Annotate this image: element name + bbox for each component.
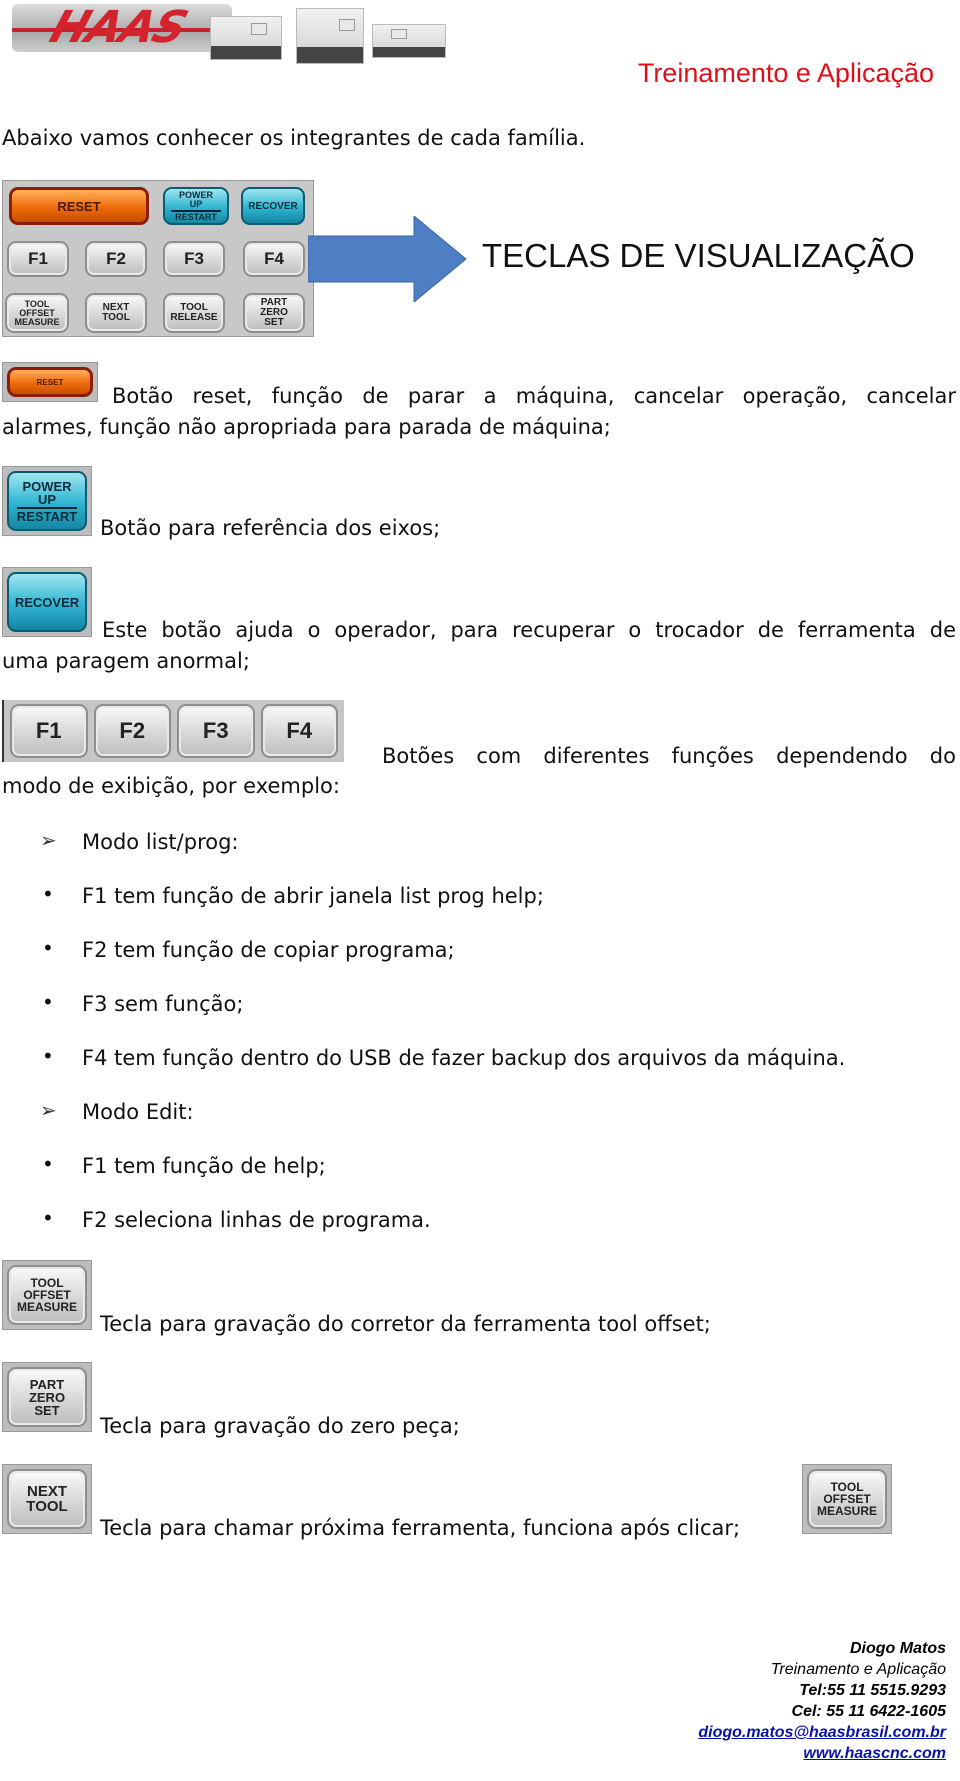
arrow-bullet-icon: ➢	[40, 1098, 57, 1122]
reset-key-small: RESET	[7, 367, 93, 397]
section-heading: TECLAS DE VISUALIZAÇÃO	[482, 237, 915, 274]
contact-cel: Cel: 55 11 6422-1605	[791, 1703, 946, 1720]
fkeys-description-line1: Botões com diferentes funções dependendo…	[382, 744, 956, 768]
recover-key-large: RECOVER	[7, 572, 87, 632]
next-tool-key-image: NEXT TOOL	[2, 1464, 92, 1534]
machine-image-2	[296, 8, 364, 64]
reset-key: RESET	[9, 187, 149, 225]
list-item: F1 tem função de abrir janela list prog …	[82, 884, 544, 908]
fkeys-description-line2: modo de exibição, por exemplo:	[2, 774, 340, 798]
reset-description-line1: Botão reset, função de parar a máquina, …	[112, 384, 956, 408]
reset-description-line2: alarmes, função não apropriada para para…	[2, 415, 611, 439]
website-link[interactable]: www.haascnc.com	[803, 1745, 946, 1762]
next-tool-key: NEXT TOOL	[85, 293, 147, 333]
reset-key-image: RESET	[2, 362, 98, 402]
recover-description-line2: uma paragem anormal;	[2, 649, 250, 673]
bullet-icon: •	[42, 936, 54, 960]
part-zero-set-key: PART ZERO SET	[243, 293, 305, 333]
power-up-key-large: POWER UP RESTART	[7, 471, 87, 531]
contact-name: Diogo Matos	[850, 1640, 946, 1657]
tool-offset-key-image-inline: TOOL OFFSET MEASURE	[802, 1464, 892, 1534]
f4-key: F4	[243, 241, 305, 277]
tool-release-key: TOOL RELEASE	[163, 293, 225, 333]
recover-key: RECOVER	[241, 187, 305, 225]
f3-key: F3	[163, 241, 225, 277]
header-title: Treinamento e Aplicação	[637, 58, 934, 88]
haas-logo: HAAS	[12, 4, 232, 52]
f3-key-large: F3	[177, 704, 255, 758]
arrow-bullet-icon: ➢	[40, 828, 57, 852]
contact-footer: Diogo Matos Treinamento e Aplicação Tel:…	[698, 1638, 946, 1764]
f4-key-large: F4	[260, 704, 338, 758]
mode-title: Modo Edit:	[82, 1100, 194, 1124]
next-tool-key-large: NEXT TOOL	[7, 1469, 87, 1529]
bullet-icon: •	[42, 1152, 54, 1176]
contact-tel: Tel:55 11 5515.9293	[799, 1682, 946, 1699]
next-tool-description: Tecla para chamar próxima ferramenta, fu…	[100, 1516, 741, 1540]
list-item: F2 seleciona linhas de programa.	[82, 1208, 431, 1232]
tool-offset-key-large: TOOL OFFSET MEASURE	[7, 1265, 87, 1325]
bullet-icon: •	[42, 990, 54, 1014]
list-item: F3 sem função;	[82, 992, 244, 1016]
part-zero-description: Tecla para gravação do zero peça;	[100, 1414, 460, 1438]
f2-key-large: F2	[93, 704, 171, 758]
power-up-description: Botão para referência dos eixos;	[100, 516, 441, 540]
list-item: F1 tem função de help;	[82, 1154, 326, 1178]
mode-title: Modo list/prog:	[82, 830, 239, 854]
f1-key-large: F1	[10, 704, 88, 758]
header-banner: HAAS	[0, 0, 480, 75]
keypad-panel-image: RESET POWER UP RESTART RECOVER F1 F2 F3 F4…	[2, 180, 314, 337]
machine-image-3	[372, 24, 446, 58]
intro-text: Abaixo vamos conhecer os integrantes de …	[2, 126, 586, 150]
tool-offset-key-inline: TOOL OFFSET MEASURE	[807, 1469, 887, 1529]
list-item: F4 tem função dentro do USB de fazer bac…	[82, 1046, 846, 1070]
machine-image-1	[210, 16, 282, 60]
f-keys-image: F1 F2 F3 F4	[2, 700, 344, 762]
recover-key-image: RECOVER	[2, 567, 92, 637]
logo-text: HAAS	[43, 4, 194, 52]
list-item: F2 tem função de copiar programa;	[82, 938, 455, 962]
bullet-icon: •	[42, 1206, 54, 1230]
tool-offset-key-image: TOOL OFFSET MEASURE	[2, 1260, 92, 1330]
contact-role: Treinamento e Aplicação	[770, 1661, 946, 1678]
contact-email-link[interactable]: diogo.matos@haasbrasil.com.br	[698, 1724, 946, 1741]
f2-key: F2	[85, 241, 147, 277]
tool-offset-description: Tecla para gravação do corretor da ferra…	[100, 1312, 711, 1336]
part-zero-key-large: PART ZERO SET	[7, 1367, 87, 1427]
bullet-icon: •	[42, 882, 54, 906]
power-up-key: POWER UP RESTART	[163, 187, 229, 225]
part-zero-key-image: PART ZERO SET	[2, 1362, 92, 1432]
tool-offset-key: TOOL OFFSET MEASURE	[5, 293, 69, 333]
f1-key: F1	[7, 241, 69, 277]
recover-description-line1: Este botão ajuda o operador, para recupe…	[102, 618, 956, 642]
power-up-key-image: POWER UP RESTART	[2, 466, 92, 536]
bullet-icon: •	[42, 1044, 54, 1068]
right-arrow-icon	[308, 216, 467, 302]
